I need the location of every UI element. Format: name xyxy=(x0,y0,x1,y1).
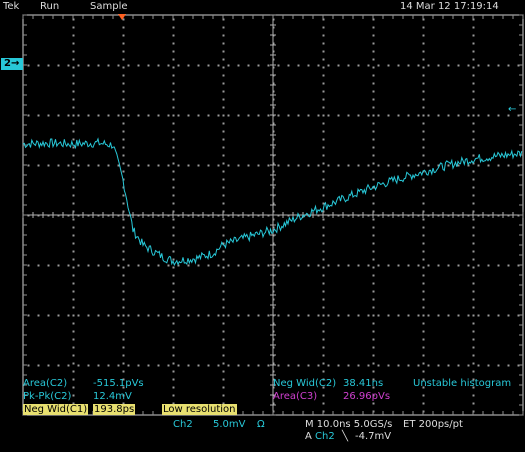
reference-arrow-icon: ← xyxy=(508,104,517,115)
run-state: Run xyxy=(40,1,60,12)
brand-label: Tek xyxy=(3,1,20,12)
graticule-grid xyxy=(22,14,524,416)
measure-negwid-c2-label: Neg Wid(C2) xyxy=(273,378,337,389)
measure-negwid-c1-value: 193.8ps xyxy=(93,404,136,415)
ch2-waveform xyxy=(22,137,523,267)
trigger-position-marker xyxy=(118,14,126,20)
measure-area-c2-label: Area(C2) xyxy=(23,378,68,389)
measure-negwid-c2-note: Unstable histogram xyxy=(413,378,512,389)
coupling-ohm-icon: Ω xyxy=(257,419,265,430)
datetime: 14 Mar 12 17:19:14 xyxy=(400,1,499,12)
measure-pkpk-c2-label: Pk-Pk(C2) xyxy=(23,391,72,402)
trigger-slope-icon: ╲ xyxy=(342,431,349,442)
measure-area-c3-label: Area(C3) xyxy=(273,391,318,402)
volts-per-div[interactable]: 5.0mV xyxy=(213,419,246,431)
channel-label[interactable]: Ch2 xyxy=(173,419,193,431)
measure-area-c3-value: 26.96pVs xyxy=(343,391,391,402)
equivalent-time-readout: ET 200ps/pt xyxy=(403,419,463,430)
low-resolution-warning: Low resolution xyxy=(162,404,237,415)
measure-area-c2-value: -515.1pVs xyxy=(93,378,144,389)
measure-pkpk-c2-value: 12.4mV xyxy=(93,391,132,402)
measure-negwid-c1-label: Neg Wid(C1) xyxy=(23,404,89,415)
timebase-readout[interactable]: M 10.0ns 5.0GS/s xyxy=(305,419,392,431)
trigger-channel[interactable]: Ch2 xyxy=(315,431,335,443)
measure-negwid-c2-value: 38.41ns xyxy=(343,378,384,389)
ch2-ground-marker[interactable]: 2→ xyxy=(1,58,23,70)
trigger-level[interactable]: -4.7mV xyxy=(355,431,391,443)
trigger-source-prefix: A xyxy=(305,431,312,442)
acquisition-mode: Sample xyxy=(90,1,128,12)
